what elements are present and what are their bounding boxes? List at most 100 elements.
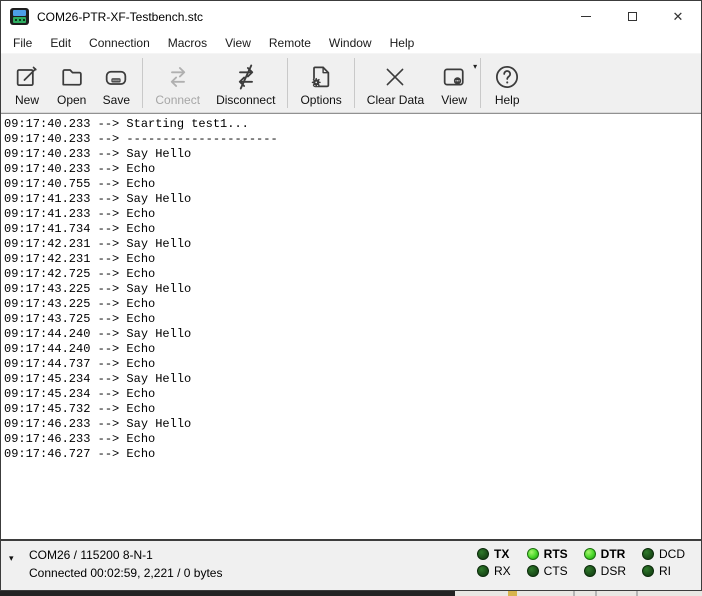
new-file-icon <box>13 63 41 91</box>
minimize-button[interactable] <box>563 1 609 32</box>
minimize-icon <box>581 16 591 17</box>
menu-item-view[interactable]: View <box>216 33 260 53</box>
view-dropdown-icon[interactable]: ▾ <box>473 63 477 71</box>
led-cts-icon <box>527 565 539 577</box>
open-folder-icon <box>58 63 86 91</box>
close-icon: ✕ <box>673 10 684 23</box>
terminal-line: 09:17:41.233 --> Echo <box>4 207 701 222</box>
indicator-label: CTS <box>544 564 568 578</box>
terminal-line: 09:17:46.233 --> Echo <box>4 432 701 447</box>
terminal-line: 09:17:45.234 --> Echo <box>4 387 701 402</box>
menu-item-window[interactable]: Window <box>320 33 381 53</box>
toolbar-separator <box>287 58 288 108</box>
indicator-label: RX <box>494 564 511 578</box>
terminal-line: 09:17:46.727 --> Echo <box>4 447 701 462</box>
indicator-label: DSR <box>601 564 626 578</box>
terminal-line: 09:17:45.234 --> Say Hello <box>4 372 701 387</box>
terminal-line: 09:17:43.225 --> Say Hello <box>4 282 701 297</box>
app-icon <box>10 8 29 25</box>
indicator-label: DCD <box>659 547 685 561</box>
indicator-label: RTS <box>544 547 568 561</box>
indicator-cts: CTS <box>527 564 568 578</box>
terminal-line: 09:17:43.225 --> Echo <box>4 297 701 312</box>
title-bar: COM26-PTR-XF-Testbench.stc ✕ <box>1 1 701 32</box>
help-button[interactable]: Help <box>485 54 529 112</box>
disconnect-arrows-icon <box>231 62 261 92</box>
terminal-line: 09:17:42.231 --> Echo <box>4 252 701 267</box>
close-button[interactable]: ✕ <box>655 1 701 32</box>
status-bar: ▾ COM26 / 115200 8-N-1 Connected 00:02:5… <box>1 539 701 590</box>
indicator-tx[interactable]: TX <box>477 547 511 561</box>
open-button-label: Open <box>57 93 86 107</box>
window-title: COM26-PTR-XF-Testbench.stc <box>37 10 203 24</box>
toolbar: New Open Save Connect <box>1 53 701 113</box>
toolbar-separator <box>142 58 143 108</box>
terminal-line: 09:17:45.732 --> Echo <box>4 402 701 417</box>
background-sliver <box>0 591 702 596</box>
indicator-ri: RI <box>642 564 685 578</box>
terminal-line: 09:17:41.734 --> Echo <box>4 222 701 237</box>
window-controls: ✕ <box>563 1 701 32</box>
indicator-rx: RX <box>477 564 511 578</box>
toolbar-separator <box>480 58 481 108</box>
menu-item-file[interactable]: File <box>4 33 41 53</box>
new-button[interactable]: New <box>5 54 49 112</box>
led-dsr-icon <box>584 565 596 577</box>
view-button-label: View <box>441 93 467 107</box>
connection-status: Connected 00:02:59, 2,221 / 0 bytes <box>29 564 222 582</box>
save-drive-icon <box>102 63 130 91</box>
led-tx-icon <box>477 548 489 560</box>
options-button[interactable]: Options <box>292 54 349 112</box>
connect-arrows-icon <box>163 62 193 92</box>
help-button-label: Help <box>495 93 520 107</box>
menu-item-remote[interactable]: Remote <box>260 33 320 53</box>
menubar: FileEditConnectionMacrosViewRemoteWindow… <box>1 32 701 53</box>
menu-item-edit[interactable]: Edit <box>41 33 80 53</box>
status-text: COM26 / 115200 8-N-1 Connected 00:02:59,… <box>29 546 222 582</box>
save-button-label: Save <box>103 93 130 107</box>
terminal-line: 09:17:40.233 --> --------------------- <box>4 132 701 147</box>
save-button[interactable]: Save <box>94 54 138 112</box>
open-button[interactable]: Open <box>49 54 94 112</box>
terminal-line: 09:17:40.755 --> Echo <box>4 177 701 192</box>
new-button-label: New <box>15 93 39 107</box>
maximize-icon <box>628 12 637 21</box>
menu-item-connection[interactable]: Connection <box>80 33 159 53</box>
indicator-label: DTR <box>601 547 626 561</box>
indicator-dtr[interactable]: DTR <box>584 547 626 561</box>
indicator-dcd: DCD <box>642 547 685 561</box>
led-rx-icon <box>477 565 489 577</box>
indicator-dsr: DSR <box>584 564 626 578</box>
led-rts-icon <box>527 548 539 560</box>
menu-item-macros[interactable]: Macros <box>159 33 216 53</box>
indicator-rts[interactable]: RTS <box>527 547 568 561</box>
clear-data-button-label: Clear Data <box>367 93 424 107</box>
status-collapse-icon[interactable]: ▾ <box>9 554 14 563</box>
toolbar-separator <box>354 58 355 108</box>
options-gear-icon <box>307 63 335 91</box>
terminal-line: 09:17:42.231 --> Say Hello <box>4 237 701 252</box>
terminal-line: 09:17:40.233 --> Starting test1... <box>4 117 701 132</box>
terminal-line: 09:17:44.737 --> Echo <box>4 357 701 372</box>
terminal-line: 09:17:42.725 --> Echo <box>4 267 701 282</box>
app-window: COM26-PTR-XF-Testbench.stc ✕ FileEditCon… <box>0 0 702 591</box>
menu-item-help[interactable]: Help <box>381 33 424 53</box>
terminal-line: 09:17:44.240 --> Echo <box>4 342 701 357</box>
disconnect-button-label: Disconnect <box>216 93 275 107</box>
connect-button-label: Connect <box>155 93 200 107</box>
options-button-label: Options <box>300 93 341 107</box>
clear-data-button[interactable]: Clear Data <box>359 54 432 112</box>
terminal-line: 09:17:40.233 --> Echo <box>4 162 701 177</box>
terminal-output[interactable]: 09:17:40.233 --> Starting test1...09:17:… <box>1 113 701 539</box>
led-dtr-icon <box>584 548 596 560</box>
terminal-line: 09:17:46.233 --> Say Hello <box>4 417 701 432</box>
maximize-button[interactable] <box>609 1 655 32</box>
terminal-line: 09:17:41.233 --> Say Hello <box>4 192 701 207</box>
indicator-label: RI <box>659 564 671 578</box>
disconnect-button[interactable]: Disconnect <box>208 54 283 112</box>
indicator-label: TX <box>494 547 509 561</box>
signal-indicators: TX RX RTS CTS DTR DSR DCD RI <box>477 547 685 578</box>
clear-x-icon <box>381 63 409 91</box>
terminal-line: 09:17:43.725 --> Echo <box>4 312 701 327</box>
view-button[interactable]: ▾ View <box>432 54 476 112</box>
